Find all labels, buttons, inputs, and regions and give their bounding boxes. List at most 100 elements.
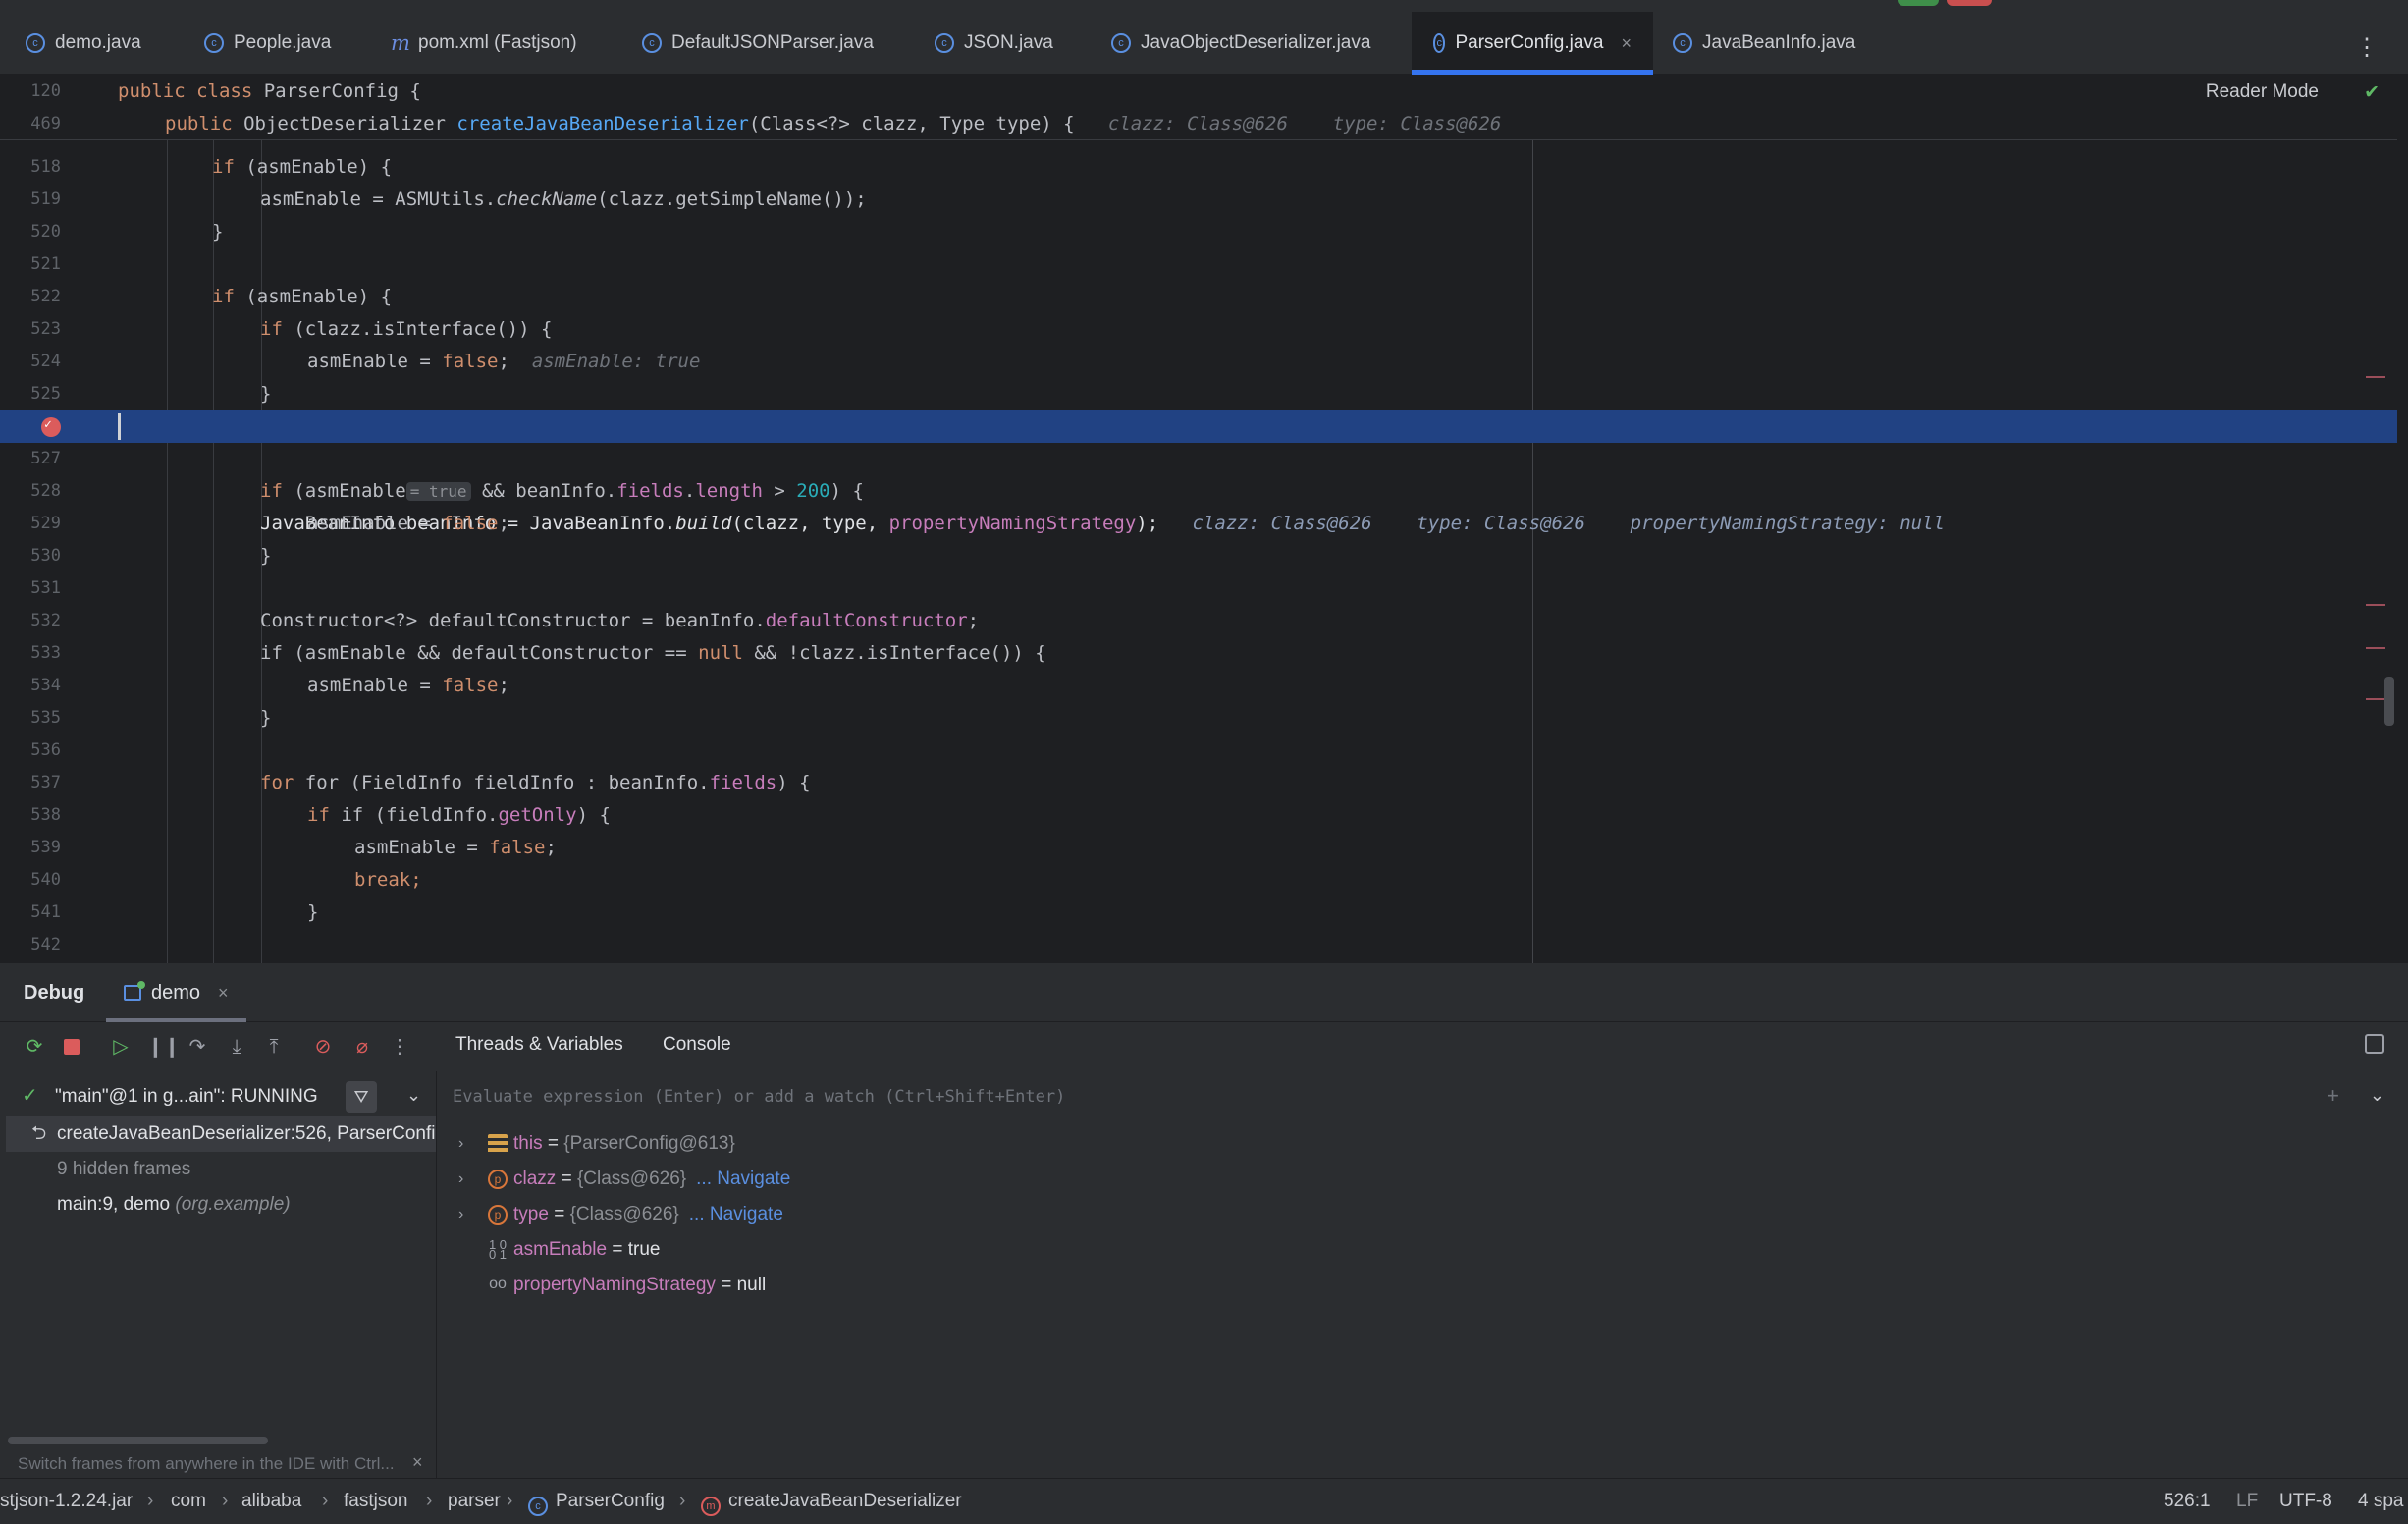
frame-item[interactable]: main:9, demo (org.example) [6,1187,436,1223]
code-line[interactable]: 532 Constructor<?> defaultConstructor = b… [0,605,2397,637]
current-execution-line[interactable]: JavaBeanInfo beanInfo = JavaBeanInfo.bui… [0,408,2397,534]
close-session-icon[interactable]: × [218,983,229,1004]
code-line[interactable]: 535} [0,702,2397,735]
code-text: asmEnable = false; asmEnable: true [307,351,701,372]
step-over-icon[interactable]: ↷ [185,1034,210,1060]
line-number: 540 [30,870,61,890]
evaluate-expression-field[interactable]: Evaluate expression (Enter) or add a wat… [437,1077,2408,1116]
code-line[interactable]: 520} [0,216,2397,248]
tab-threads-variables[interactable]: Threads & Variables [455,1034,623,1056]
debug-session-tab[interactable]: demo × [106,963,246,1022]
caret-position[interactable]: 526:1 [2164,1491,2211,1512]
view-breakpoints-icon[interactable]: ⊘ [310,1034,336,1060]
variable-value: {Class@626} [569,1204,679,1225]
scrollbar-marker[interactable] [2366,376,2385,378]
expand-chevron-icon[interactable]: › [458,1162,463,1197]
code-line[interactable]: 541} [0,897,2397,929]
chevron-right-icon: › [426,1491,433,1511]
close-tip-icon[interactable]: × [412,1452,423,1473]
code-line[interactable]: 522 if (asmEnable) { [0,281,2397,313]
filter-icon[interactable]: ⛛ [346,1081,377,1113]
thread-selector[interactable]: ✓ "main"@1 in g...ain": RUNNING ⛛ ⌄ [6,1077,430,1116]
code-line[interactable]: 537 for for (FieldInfo fieldInfo : beanIn… [0,767,2397,799]
line-number: 541 [30,902,61,922]
code-line[interactable]: 542 [0,929,2397,961]
code-line[interactable]: 523 if (clazz.isInterface()) { [0,313,2397,346]
tab-console[interactable]: Console [663,1034,731,1056]
chevron-right-icon: › [507,1491,513,1511]
scrollbar-marker[interactable] [2366,698,2385,700]
code-line[interactable]: 529 asmEnable = false; [0,508,2397,540]
line-number: 531 [30,578,61,598]
code-line[interactable]: 534 asmEnable = false; [0,670,2397,702]
breadcrumb-alibaba[interactable]: alibaba [241,1491,301,1512]
mute-breakpoints-icon[interactable]: ⌀ [349,1034,375,1060]
code-line[interactable]: 539 asmEnable = false; [0,832,2397,864]
code-line[interactable]: 521 [0,248,2397,281]
code-line[interactable]: 538 if if (fieldInfo.getOnly) { [0,799,2397,832]
code-line[interactable]: 524 asmEnable = false; asmEnable: true [0,346,2397,378]
tab-demo-java[interactable]: c demo.java [4,12,163,75]
more-tabs-icon[interactable]: ⋮ [2355,33,2379,62]
tab-pom-xml[interactable]: m pom.xml (Fastjson) [371,12,599,75]
breakpoint-icon[interactable] [41,408,61,441]
return-arrow-icon: ⮌ [31,1123,47,1144]
step-out-icon[interactable]: ⤒ [261,1034,287,1060]
code-line[interactable]: 540 break; [0,864,2397,897]
chevron-down-icon[interactable]: ⌄ [406,1085,421,1106]
frame-item[interactable]: ⮌ createJavaBeanDeserializer:526, ParserC… [6,1116,436,1152]
code-line[interactable]: 519 asmEnable = ASMUtils.checkName(clazz.… [0,184,2397,216]
expand-chevron-icon[interactable]: › [458,1197,463,1232]
frames-scrollbar[interactable] [8,1437,268,1444]
code-line[interactable]: 525} [0,378,2397,410]
status-bar: stjson-1.2.24.jar › com › alibaba › fast… [0,1478,2408,1524]
line-separator[interactable]: LF [2236,1491,2258,1512]
file-encoding[interactable]: UTF-8 [2279,1491,2332,1512]
line-number: 537 [30,773,61,792]
line-number: 528 [30,481,61,501]
inspection-ok-icon[interactable]: ✔ [2364,82,2380,104]
editor-scrollbar[interactable] [2384,677,2394,726]
chevron-down-icon[interactable]: ⌄ [2370,1085,2384,1106]
tab-defaultjsonparser-java[interactable]: c DefaultJSONParser.java [620,12,895,75]
breadcrumb-parser[interactable]: parser [448,1491,501,1512]
layout-settings-icon[interactable] [2365,1034,2384,1054]
navigate-link[interactable]: ... Navigate [696,1169,790,1189]
code-line[interactable]: 530} [0,540,2397,572]
code-line[interactable]: 533 if (asmEnable && defaultConstructor =… [0,637,2397,670]
more-actions-icon[interactable]: ⋮ [387,1034,412,1060]
expand-chevron-icon[interactable]: › [458,1126,463,1162]
code-line[interactable]: 527 [0,443,2397,475]
breadcrumb-jar[interactable]: stjson-1.2.24.jar [0,1491,133,1512]
tab-javaobjectdeserializer-java[interactable]: c JavaObjectDeserializer.java [1090,12,1392,75]
breadcrumb-com[interactable]: com [171,1491,206,1512]
tab-people-java[interactable]: c People.java [183,12,352,75]
rerun-icon[interactable]: ⟳ [22,1034,47,1060]
code-editor[interactable]: 120 public class ParserConfig { 469 public… [0,76,2397,963]
hidden-frames-item[interactable]: 9 hidden frames [6,1152,436,1187]
code-line[interactable]: 528 if (asmEnable = true && beanInfo.field… [0,475,2397,508]
breadcrumb-method[interactable]: m createJavaBeanDeserializer [701,1491,962,1516]
add-watch-icon[interactable]: + [2327,1083,2339,1109]
indent-setting[interactable]: 4 spa [2358,1491,2403,1512]
code-line[interactable]: 531 [0,572,2397,605]
tab-json-java[interactable]: c JSON.java [913,12,1075,75]
code-line[interactable]: 518 if (asmEnable) { [0,151,2397,184]
scrollbar-marker[interactable] [2366,647,2385,649]
line-number: 535 [30,708,61,728]
scrollbar-marker[interactable] [2366,604,2385,606]
sticky-line[interactable]: 120 public class ParserConfig { [0,76,2397,108]
navigate-link[interactable]: ... Navigate [689,1204,783,1225]
code-line[interactable]: 536 [0,735,2397,767]
breadcrumb-class[interactable]: c ParserConfig [528,1491,665,1516]
close-tab-icon[interactable]: × [1621,33,1632,54]
resume-icon[interactable]: ▷ [108,1034,134,1060]
step-into-icon[interactable]: ⤓ [224,1034,249,1060]
tab-parserconfig-java[interactable]: c ParserConfig.java × [1412,12,1653,75]
tab-javabeaninfo-java[interactable]: c JavaBeanInfo.java [1651,12,1877,75]
sticky-line[interactable]: 469 public ObjectDeserializer createJavaB… [0,108,2397,140]
stop-icon[interactable] [59,1034,84,1060]
pause-icon[interactable]: ❙❙ [147,1034,181,1060]
reader-mode-button[interactable]: Reader Mode [2206,82,2319,103]
breadcrumb-fastjson[interactable]: fastjson [344,1491,407,1512]
